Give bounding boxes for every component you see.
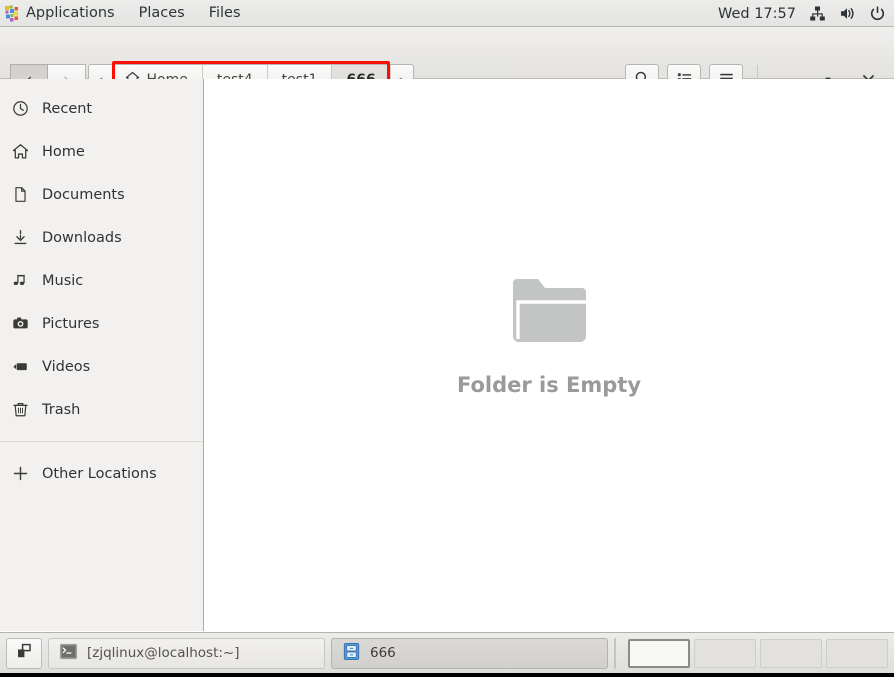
- taskbar-empty-slot: [614, 637, 616, 669]
- sidebar-label-trash: Trash: [42, 401, 81, 418]
- show-desktop-icon: [15, 642, 33, 664]
- sidebar-label-recent: Recent: [42, 100, 93, 117]
- window-body: Recent Home Documents Downloads Music Pi…: [0, 79, 894, 631]
- sidebar-label-videos: Videos: [42, 358, 91, 375]
- empty-folder-label: Folder is Empty: [456, 373, 642, 397]
- sidebar-item-recent[interactable]: Recent: [0, 87, 203, 130]
- sidebar-label-pictures: Pictures: [42, 315, 100, 332]
- sidebar-label-documents: Documents: [42, 186, 125, 203]
- music-note-icon: [11, 272, 29, 290]
- file-manager-window: ‹ › ◂ Home test4 test1: [0, 27, 894, 632]
- sidebar-label-other-locations: Other Locations: [42, 465, 157, 482]
- screen-bottom-edge: [0, 673, 894, 677]
- menu-places[interactable]: Places: [127, 0, 197, 27]
- video-camera-icon: [11, 358, 29, 376]
- sidebar-item-trash[interactable]: Trash: [0, 388, 203, 431]
- applications-grid-icon[interactable]: [4, 5, 22, 23]
- folder-icon: [507, 273, 592, 355]
- taskbar-item-files[interactable]: 666: [331, 637, 608, 669]
- workspace-3[interactable]: [760, 638, 822, 668]
- trash-icon: [11, 401, 29, 419]
- sidebar-label-home: Home: [42, 143, 85, 160]
- sidebar-item-home[interactable]: Home: [0, 130, 203, 173]
- sidebar-item-videos[interactable]: Videos: [0, 345, 203, 388]
- sidebar-label-downloads: Downloads: [42, 229, 122, 246]
- show-desktop-button[interactable]: [6, 637, 42, 669]
- clock-icon: [11, 100, 29, 118]
- places-sidebar: Recent Home Documents Downloads Music Pi…: [0, 79, 204, 631]
- sidebar-item-pictures[interactable]: Pictures: [0, 302, 203, 345]
- workspace-4[interactable]: [826, 638, 888, 668]
- sidebar-item-documents[interactable]: Documents: [0, 173, 203, 216]
- menu-files[interactable]: Files: [197, 0, 253, 27]
- desktop-taskbar: [zjqlinux@localhost:~] 666: [0, 632, 894, 673]
- home-icon: [11, 143, 29, 161]
- desktop-top-bar: Applications Places Files Wed 17:57: [0, 0, 894, 27]
- download-icon: [11, 229, 29, 247]
- volume-icon[interactable]: [839, 5, 856, 22]
- power-icon[interactable]: [869, 5, 886, 22]
- taskbar-label-files: 666: [370, 645, 396, 661]
- file-list-area[interactable]: Folder is Empty: [204, 79, 894, 631]
- clock[interactable]: Wed 17:57: [718, 6, 796, 22]
- document-icon: [11, 186, 29, 204]
- empty-folder-placeholder: Folder is Empty: [457, 273, 641, 397]
- file-manager-icon: [342, 642, 361, 665]
- camera-icon: [11, 315, 29, 333]
- taskbar-label-terminal: [zjqlinux@localhost:~]: [87, 645, 240, 661]
- sidebar-item-downloads[interactable]: Downloads: [0, 216, 203, 259]
- window-header-bar: ‹ › ◂ Home test4 test1: [0, 27, 894, 99]
- sidebar-item-other-locations[interactable]: Other Locations: [0, 452, 203, 495]
- workspace-2[interactable]: [694, 638, 756, 668]
- workspace-1[interactable]: [628, 638, 690, 668]
- plus-icon: [11, 465, 29, 483]
- terminal-icon: [59, 642, 78, 665]
- taskbar-item-terminal[interactable]: [zjqlinux@localhost:~]: [48, 637, 325, 669]
- top-bar-status-area: Wed 17:57: [718, 0, 886, 27]
- screen: Applications Places Files Wed 17:57 Rece…: [0, 0, 894, 677]
- sidebar-item-music[interactable]: Music: [0, 259, 203, 302]
- sidebar-separator: [0, 441, 203, 442]
- sidebar-label-music: Music: [42, 272, 84, 289]
- top-bar-menus: Applications Places Files: [0, 0, 253, 27]
- workspace-switcher: [628, 638, 888, 668]
- network-icon[interactable]: [809, 5, 826, 22]
